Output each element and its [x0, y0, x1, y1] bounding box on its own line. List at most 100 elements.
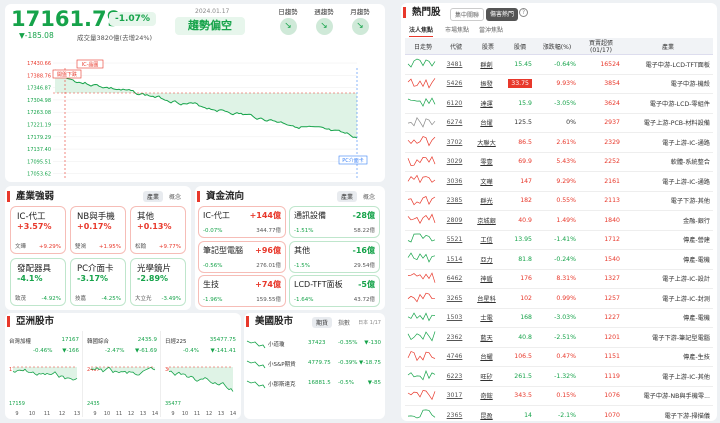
table-row[interactable]: 6223 旺矽 261.5 -1.32% 1119 電子上游-IC-其他 — [405, 366, 713, 387]
us-index-row[interactable]: 小那斯達克 16881.5 -0.5% ▼-85 — [246, 375, 383, 393]
capital-tab-concept[interactable]: 概念 — [359, 191, 379, 202]
industry-box[interactable]: 光學鏡片 -2.89% 大立光 -3.49% — [130, 258, 186, 306]
stock-code[interactable]: 3017 — [441, 386, 471, 406]
subtab-market[interactable]: 市場焦點 — [445, 25, 469, 34]
stock-name[interactable]: 零壹 — [471, 152, 505, 172]
stock-code[interactable]: 2385 — [441, 191, 471, 211]
stock-code[interactable]: 4746 — [441, 347, 471, 367]
stock-name[interactable]: 神盾 — [471, 269, 505, 289]
stock-code[interactable]: 6274 — [441, 113, 471, 133]
asia-mini-chart[interactable]: 日經22535477.75-0.4%▼-141.4136239354779101… — [163, 331, 239, 417]
stock-name[interactable]: 文曄 — [471, 171, 505, 192]
stock-code[interactable]: 1503 — [441, 308, 471, 328]
stock-code[interactable]: 3481 — [441, 54, 471, 75]
asia-mini-chart[interactable]: 韓國綜合 2435.9 -2.47% ▼-61.69 2497 2435 9 10 11 12 13… — [85, 331, 161, 417]
stock-name[interactable]: 群創 — [471, 54, 505, 75]
table-row[interactable]: 6462 神盾 176 8.31% 1327 電子上游-IC-設計 — [405, 269, 713, 289]
stock-code[interactable]: 1514 — [441, 249, 471, 270]
capital-tab-sector[interactable]: 產業 — [336, 191, 357, 202]
hot-tab-related[interactable]: 集中關聯 — [450, 8, 485, 21]
table-row[interactable]: 1503 士電 168 -3.03% 1227 傳產-電機 — [405, 308, 713, 328]
stock-code[interactable]: 3702 — [441, 132, 471, 153]
us-tab-futures[interactable]: 期貨 — [312, 317, 333, 328]
industry-box[interactable]: PC介面卡 -3.17% 技嘉 -4.25% — [70, 258, 126, 306]
table-row[interactable]: 6120 達運 15.9 -3.05% 3624 電子中游-LCD-零組件 — [405, 93, 713, 114]
capital-box[interactable]: IC-代工 +144億 -0.07% 344.77億 — [198, 206, 286, 238]
stock-code[interactable]: 5426 — [441, 74, 471, 94]
us-index-row[interactable]: 小道瓊 37423 -0.35% ▼-130 — [246, 335, 383, 353]
industry-tab-sector[interactable]: 產業 — [142, 191, 163, 202]
stock-change-pct: -0.24% — [535, 249, 579, 270]
capital-box[interactable]: 其他 -16億 -1.5% 29.54億 — [289, 240, 380, 273]
stock-name[interactable]: 工信 — [471, 230, 505, 250]
capital-box[interactable]: LCD-TFT面板 -5億 -1.64% 43.72億 — [289, 275, 380, 307]
table-row[interactable]: 3265 台星科 102 0.99% 1257 電子上游-IC-封測 — [405, 288, 713, 309]
capital-box[interactable]: 通訊設備 -28億 -1.51% 58.22億 — [289, 206, 380, 238]
industry-box[interactable]: NB與手機 +0.17% 雙鴻 +1.95% — [70, 206, 126, 254]
subtab-institutional[interactable]: 法人焦點 — [409, 25, 434, 37]
stock-price: 147 — [505, 171, 535, 192]
industry-box[interactable]: 發配器具 -4.1% 致茂 -4.92% — [10, 258, 66, 306]
price-value: 15.45 — [514, 60, 532, 68]
stock-code[interactable]: 3036 — [441, 171, 471, 192]
stock-name[interactable]: 台耀 — [471, 347, 505, 367]
table-row[interactable]: 5521 工信 13.95 -1.41% 1712 傳產-營建 — [405, 230, 713, 250]
stock-name[interactable]: 京城銀 — [471, 210, 505, 231]
stock-code[interactable]: 6223 — [441, 366, 471, 387]
capital-box[interactable]: 筆記型電腦 +96億 -0.56% 276.01億 — [198, 240, 286, 273]
stock-name[interactable]: 台星科 — [471, 288, 505, 309]
industry-tab-concept[interactable]: 概念 — [165, 191, 185, 202]
table-row[interactable]: 3481 群創 15.45 -0.64% 16524 電子中游-LCD-TFT面板 — [405, 54, 713, 75]
table-row[interactable]: 4746 台耀 106.5 0.47% 1151 傳產-生技 — [405, 347, 713, 367]
stock-name[interactable]: 奇鋐 — [471, 386, 505, 406]
stock-name[interactable]: 士電 — [471, 308, 505, 328]
stock-name[interactable]: 群光 — [471, 191, 505, 211]
stock-name[interactable]: 藍天 — [471, 327, 505, 348]
table-row[interactable]: 2385 群光 182 0.55% 2113 電子下游-其他 — [405, 191, 713, 211]
stock-code[interactable]: 2365 — [441, 405, 471, 421]
asia-mini-chart[interactable]: 台灣加權17167-0.46%▼-1661724417159910111213 — [7, 331, 83, 417]
stock-code[interactable]: 3265 — [441, 288, 471, 309]
industry-box[interactable]: IC-代工 +3.57% 文曄 +9.29% — [10, 206, 66, 254]
stock-price: 125.5 — [505, 113, 535, 133]
stock-name[interactable]: 達運 — [471, 93, 505, 114]
stock-price: 40.8 — [505, 327, 535, 348]
hot-tab-popular[interactable]: 傷害熱門 — [486, 8, 519, 21]
stock-code[interactable]: 6120 — [441, 93, 471, 114]
stock-code[interactable]: 6462 — [441, 269, 471, 289]
table-row[interactable]: 5426 振發 33.75 9.93% 3854 電子中游-機殼 — [405, 74, 713, 94]
stock-code[interactable]: 2362 — [441, 327, 471, 348]
trend-month-button[interactable]: 月趨勢 ↘ — [345, 6, 375, 35]
subtab-daytrade[interactable]: 當沖焦點 — [479, 25, 503, 34]
us-index-row[interactable]: 小S&P期貨 4779.75 -0.39% ▼-18.75 — [246, 355, 383, 373]
table-row[interactable]: 2809 京城銀 40.9 1.49% 1840 金融-銀行 — [405, 210, 713, 231]
stock-name[interactable]: 台燿 — [471, 113, 505, 133]
table-row[interactable]: 6274 台燿 125.5 0% 2937 電子上游-PCB-材料設備 — [405, 113, 713, 133]
row-sparkline — [407, 233, 435, 243]
table-row[interactable]: 1514 亞力 81.8 -0.24% 1540 傳產-電機 — [405, 249, 713, 270]
stock-name[interactable]: 旺矽 — [471, 366, 505, 387]
table-row[interactable]: 3029 零壹 69.9 5.43% 2252 軟體-系統整合 — [405, 152, 713, 172]
help-icon[interactable]: ? — [519, 8, 528, 17]
stock-name[interactable]: 亞力 — [471, 249, 505, 270]
table-row[interactable]: 3702 大聯大 86.5 2.61% 2329 電子上游-IC-通路 — [405, 132, 713, 153]
trend-week-button[interactable]: 週趨勢 ↘ — [309, 6, 339, 35]
industry-box[interactable]: 其他 +0.13% 松翰 +9.77% — [130, 206, 186, 254]
stock-industry: 電子上游-IC-設計 — [623, 269, 713, 289]
stock-name[interactable]: 振發 — [471, 74, 505, 94]
us-tab-index[interactable]: 指數 — [334, 317, 354, 328]
capital-box[interactable]: 生技 +74億 -1.96% 159.55億 — [198, 275, 286, 307]
table-row[interactable]: 3017 奇鋐 343.5 0.15% 1076 電子中游-NB與手機零... — [405, 386, 713, 406]
stock-code[interactable]: 5521 — [441, 230, 471, 250]
trend-label: 趨勢偏空 — [175, 17, 245, 35]
stock-name[interactable]: 大聯大 — [471, 132, 505, 153]
capital-name: IC-代工 — [203, 211, 230, 220]
trend-day-button[interactable]: 日趨勢 ↘ — [273, 6, 303, 35]
table-row[interactable]: 2362 藍天 40.8 -2.51% 1201 電子下游-筆記型電腦 — [405, 327, 713, 348]
table-row[interactable]: 3036 文曄 147 9.29% 2161 電子上游-IC-通路 — [405, 171, 713, 192]
stock-code[interactable]: 2809 — [441, 210, 471, 231]
net-buy: 1201 — [579, 327, 623, 348]
stock-code[interactable]: 3029 — [441, 152, 471, 172]
stock-name[interactable]: 昆盈 — [471, 405, 505, 421]
table-row[interactable]: 2365 昆盈 14 -2.1% 1070 電子下游-掃描儀 — [405, 405, 713, 421]
